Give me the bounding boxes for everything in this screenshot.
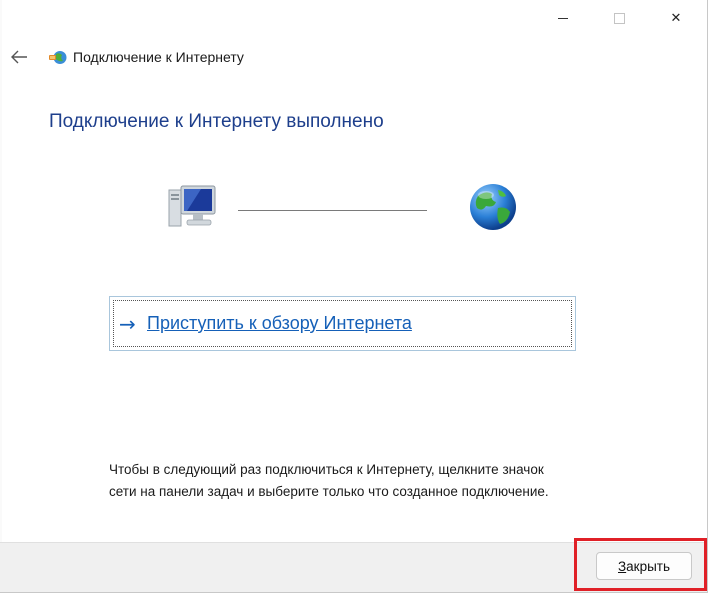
back-arrow-icon: [11, 50, 27, 64]
maximize-button[interactable]: [596, 0, 642, 36]
hint-line-2: сети на панели задач и выберите только ч…: [109, 484, 549, 499]
highlight-box: [574, 538, 707, 591]
close-icon: ✕: [670, 10, 682, 26]
hint-text: Чтобы в следующий раз подключиться к Инт…: [109, 459, 629, 503]
back-button[interactable]: [6, 44, 32, 70]
computer-icon: [168, 185, 216, 227]
connection-wizard-window: ✕ Подключение к Интернету Подключение к …: [0, 0, 708, 593]
window-edge: [0, 0, 2, 592]
page-heading: Подключение к Интернету выполнено: [49, 111, 384, 132]
minimize-button[interactable]: [540, 0, 586, 36]
wizard-header: Подключение к Интернету: [0, 40, 400, 76]
minimize-icon: [558, 17, 568, 19]
close-window-button[interactable]: ✕: [653, 0, 699, 36]
hint-line-1: Чтобы в следующий раз подключиться к Инт…: [109, 462, 544, 477]
connection-line: [238, 210, 427, 211]
arrow-right-icon: →: [119, 312, 136, 336]
globe-icon: [470, 184, 516, 230]
browse-internet-link[interactable]: → Приступить к обзору Интернета: [109, 296, 576, 351]
network-connection-icon: [49, 51, 67, 64]
browse-internet-label: Приступить к обзору Интернета: [147, 313, 412, 333]
wizard-title: Подключение к Интернету: [73, 49, 244, 65]
maximize-icon: [613, 12, 625, 24]
